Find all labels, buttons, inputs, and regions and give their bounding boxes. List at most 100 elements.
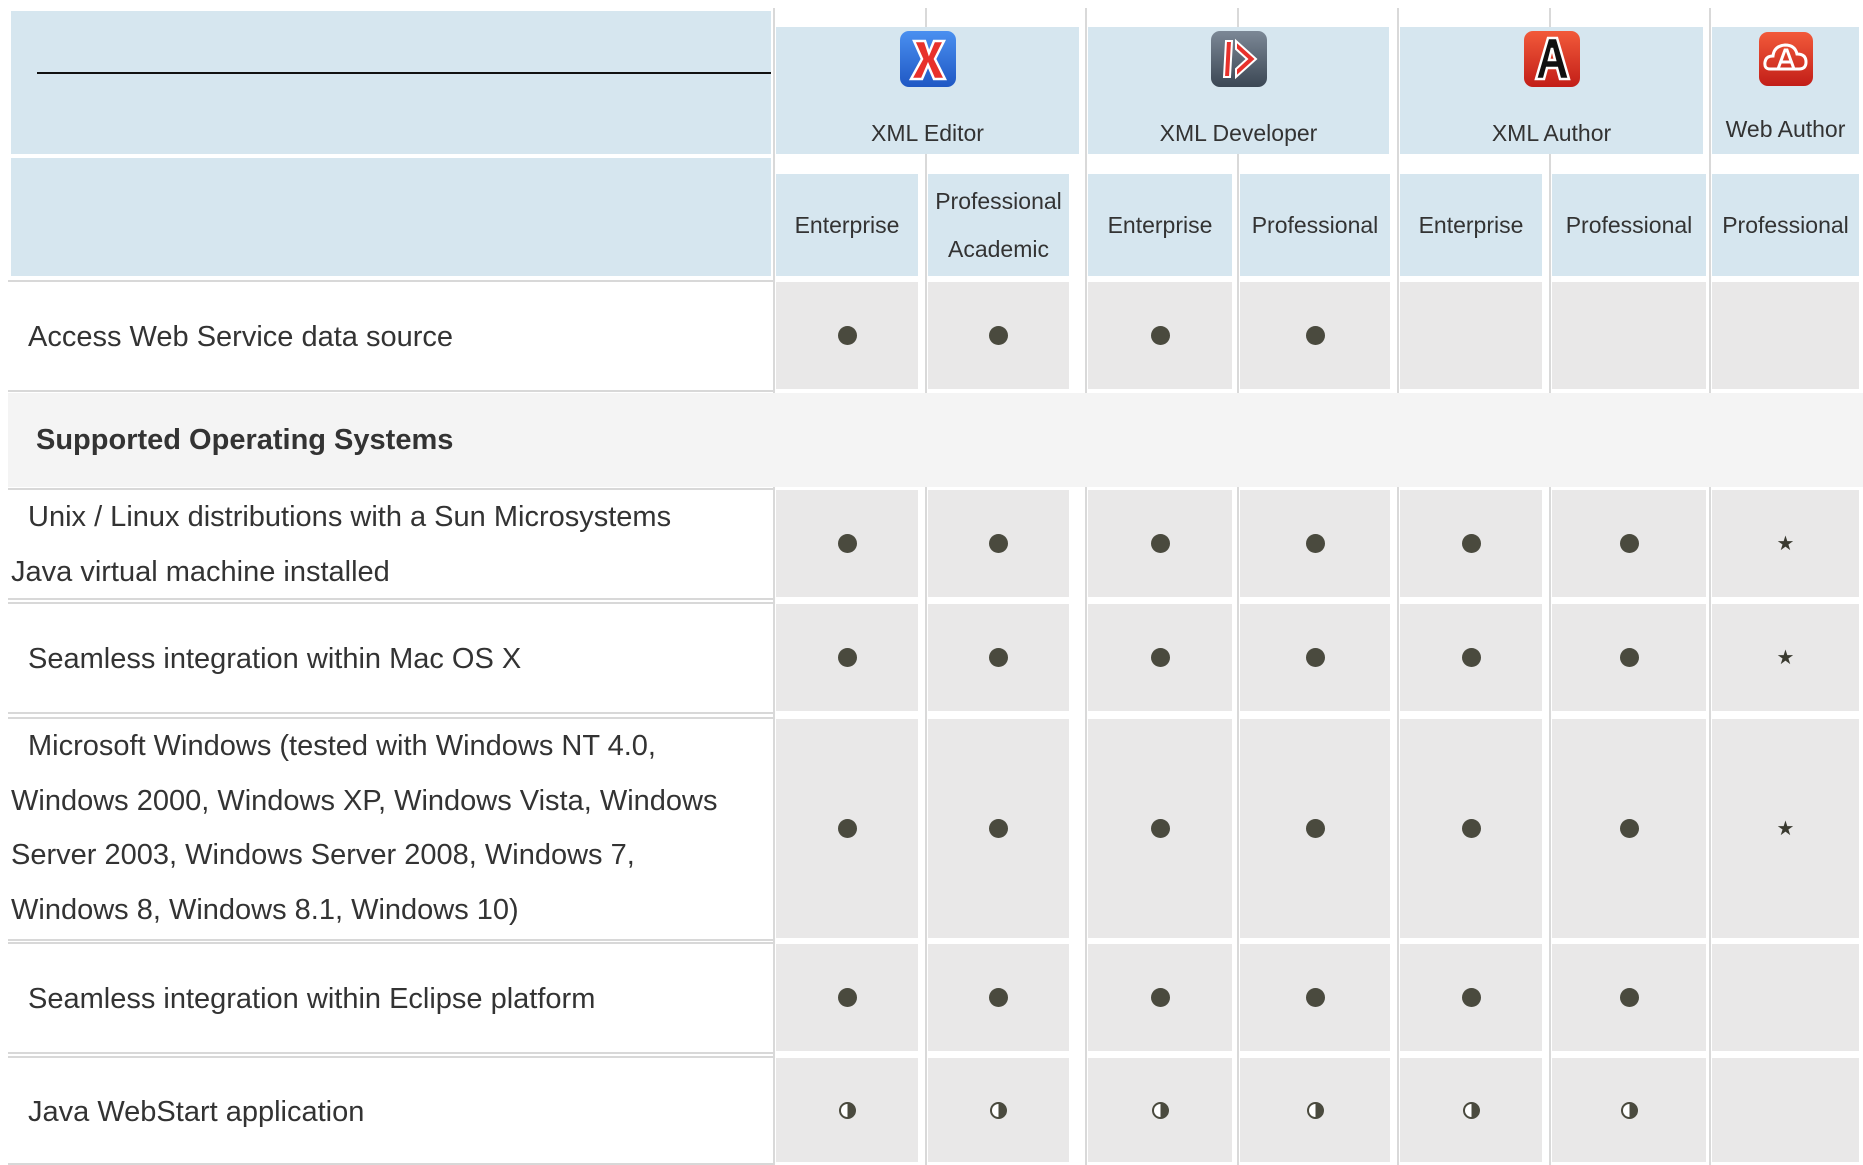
- column-separator: [1709, 8, 1711, 1165]
- supported-dot-icon: [1150, 988, 1170, 1007]
- support-cell: [1552, 1058, 1706, 1162]
- support-cell: [1712, 282, 1859, 389]
- support-cell: [1240, 944, 1390, 1051]
- row-divider: [8, 1052, 774, 1054]
- edition-header: Professional: [1240, 174, 1390, 276]
- support-cell: [1552, 282, 1706, 389]
- support-cell: [1088, 1058, 1232, 1162]
- edition-header: Professional Academic: [928, 174, 1069, 276]
- partial-support-icon: [1151, 1101, 1169, 1119]
- edition-header: Enterprise: [1400, 174, 1542, 276]
- support-cell: [928, 719, 1069, 938]
- support-cell: [1552, 944, 1706, 1051]
- edition-header-blank-cell: [11, 158, 771, 276]
- support-cell: [1552, 604, 1706, 711]
- supported-dot-icon: [989, 988, 1008, 1007]
- column-separator: [1237, 8, 1239, 1165]
- support-cell: [1088, 604, 1232, 711]
- support-cell: [1712, 944, 1859, 1051]
- support-cell: [1400, 282, 1542, 389]
- partial-support-icon: [1462, 1101, 1480, 1119]
- supported-dot-icon: [1619, 819, 1639, 838]
- column-separator: [773, 8, 775, 1165]
- support-cell: [928, 282, 1069, 389]
- feature-text-line: Windows 8, Windows 8.1, Windows 10): [11, 893, 519, 926]
- support-cell: ★: [1712, 604, 1859, 711]
- support-cell: [1240, 1058, 1390, 1162]
- supported-dot-icon: [837, 988, 857, 1007]
- supported-dot-icon: [1150, 648, 1170, 667]
- supported-dot-icon: [837, 648, 857, 667]
- row-divider: [8, 712, 774, 714]
- edition-label-line: Professional: [935, 188, 1062, 214]
- supported-dot-icon: [989, 819, 1008, 838]
- support-cell: [1400, 604, 1542, 711]
- feature-label: Seamless integration within Eclipse plat…: [0, 972, 770, 1027]
- support-cell: [1240, 282, 1390, 389]
- feature-label: Java WebStart application: [0, 1085, 770, 1140]
- supported-dot-icon: [1150, 326, 1170, 345]
- supported-dot-icon: [989, 326, 1008, 345]
- xml-editor-icon: [896, 27, 960, 91]
- row-divider: [8, 602, 774, 604]
- support-cell: [776, 282, 918, 389]
- feature-text-line: Access Web Service data source: [28, 321, 453, 353]
- supported-dot-icon: [1461, 819, 1481, 838]
- support-cell: [1712, 1058, 1859, 1162]
- edition-label-line: Professional: [1251, 212, 1379, 238]
- column-separator: [925, 8, 927, 1165]
- star-icon: ★: [1776, 646, 1795, 669]
- edition-header: Professional: [1552, 174, 1706, 276]
- support-cell: [1240, 719, 1390, 938]
- support-cell: [928, 604, 1069, 711]
- edition-header: Enterprise: [1088, 174, 1232, 276]
- edition-label-line: Academic: [948, 236, 1049, 262]
- xml-author-icon: [1520, 27, 1584, 91]
- support-cell: ★: [1712, 490, 1859, 597]
- edition-header: Enterprise: [776, 174, 918, 276]
- feature-text-line: Java virtual machine installed: [11, 555, 390, 588]
- xml-developer-icon: [1207, 27, 1271, 91]
- column-separator: [1549, 8, 1551, 1165]
- feature-label: Microsoft Windows (tested with Windows N…: [0, 719, 770, 937]
- header-blank-cell: [11, 11, 771, 154]
- supported-dot-icon: [1461, 648, 1481, 667]
- supported-dot-icon: [1305, 648, 1325, 667]
- support-cell: [776, 719, 918, 938]
- row-divider: [8, 1056, 774, 1058]
- partial-support-icon: [1306, 1101, 1324, 1119]
- edition-label-line: Professional: [1565, 212, 1693, 238]
- header-rule: [37, 72, 771, 74]
- edition-label-line: Enterprise: [794, 212, 900, 238]
- support-cell: [1240, 604, 1390, 711]
- support-cell: [776, 604, 918, 711]
- supported-dot-icon: [837, 534, 857, 553]
- support-cell: [928, 944, 1069, 1051]
- feature-label: Seamless integration within Mac OS X: [0, 632, 770, 687]
- support-cell: [1552, 490, 1706, 597]
- supported-dot-icon: [1619, 988, 1639, 1007]
- support-cell: [1400, 1058, 1542, 1162]
- column-separator: [1397, 8, 1399, 1165]
- feature-text-line: Unix / Linux distributions with a Sun Mi…: [28, 501, 672, 533]
- web-author-icon: [1754, 27, 1818, 91]
- supported-dot-icon: [1150, 534, 1170, 553]
- supported-dot-icon: [1619, 648, 1639, 667]
- support-cell: [1088, 282, 1232, 389]
- star-icon: ★: [1776, 817, 1795, 840]
- supported-dot-icon: [1461, 534, 1481, 553]
- partial-support-icon: [838, 1101, 856, 1119]
- supported-dot-icon: [1619, 534, 1639, 553]
- supported-dot-icon: [1305, 534, 1325, 553]
- feature-text-line: Seamless integration within Mac OS X: [28, 643, 522, 675]
- feature-text-line: Seamless integration within Eclipse plat…: [28, 983, 596, 1015]
- support-cell: [1400, 719, 1542, 938]
- section-header-operating-systems: Supported Operating Systems: [8, 393, 1863, 487]
- row-divider: [8, 390, 774, 392]
- support-cell: [776, 944, 918, 1051]
- supported-dot-icon: [989, 648, 1008, 667]
- row-divider: [8, 280, 774, 282]
- row-divider: [8, 942, 774, 944]
- support-cell: [1088, 719, 1232, 938]
- product-name: Web Author: [1725, 116, 1846, 142]
